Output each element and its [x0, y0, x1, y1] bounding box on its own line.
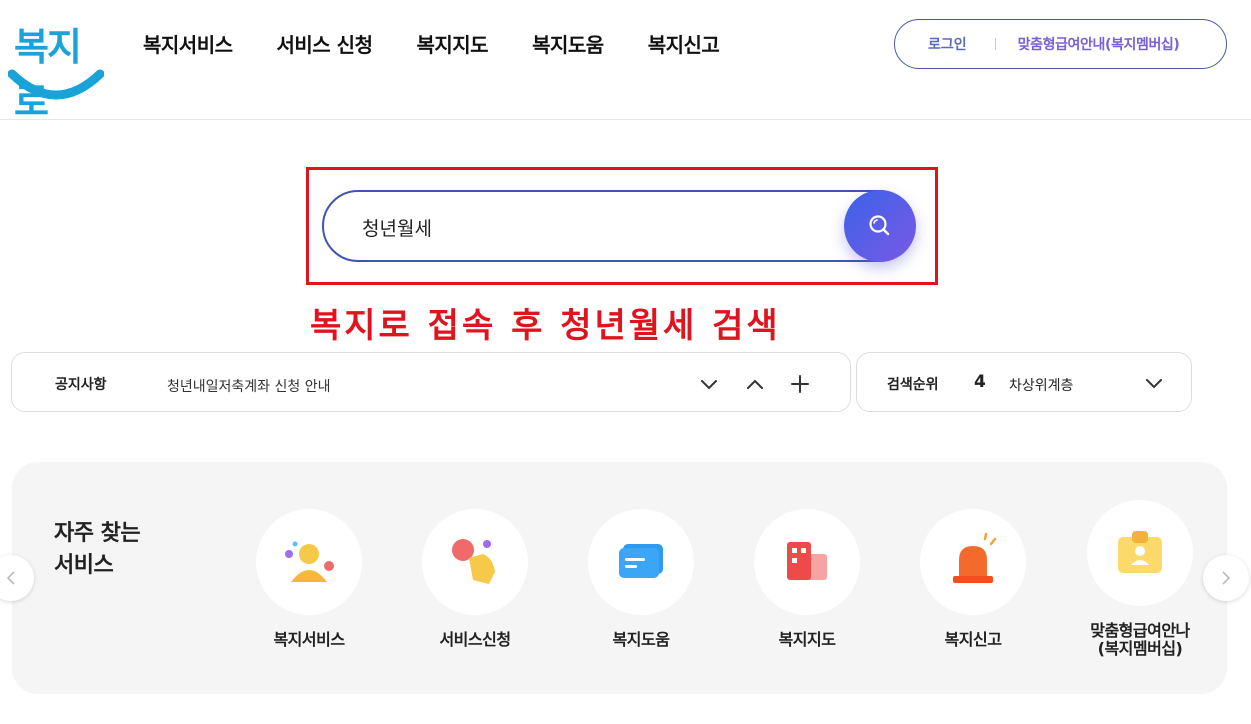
service-welfare-services[interactable]: 복지서비스: [239, 509, 379, 649]
chevron-up-icon: [747, 379, 763, 389]
notice-more-button[interactable]: [789, 373, 811, 395]
service-name: 복지서비스: [273, 630, 345, 649]
service-welfare-help[interactable]: 복지도움: [571, 509, 711, 649]
utility-menu: 로그인 맞춤형급여안내(복지멤버십): [894, 19, 1227, 69]
search-input[interactable]: [362, 212, 832, 242]
service-membership[interactable]: 맞춤형급여안나 (복지멤버십): [1070, 500, 1210, 658]
notice-label: 공지사항: [55, 377, 107, 393]
plus-icon: [791, 375, 809, 393]
services-title-line2: 서비스: [54, 553, 114, 578]
rank-label: 검색순위: [887, 377, 939, 393]
nav-welfare-help[interactable]: 복지도움: [532, 30, 604, 60]
service-name: 복지도움: [612, 630, 670, 649]
chevron-down-icon: [1146, 379, 1162, 389]
service-icon-circle: [422, 509, 528, 615]
chevron-down-icon: [701, 380, 717, 390]
service-icon-circle: [588, 509, 694, 615]
main-nav: 복지서비스 서비스 신청 복지지도 복지도움 복지신고: [143, 30, 763, 60]
service-icon-circle: [754, 509, 860, 615]
nav-welfare-map[interactable]: 복지지도: [416, 30, 488, 60]
search-icon: [869, 215, 890, 236]
search-rank-bar: 검색순위 4 차상위계층: [856, 352, 1192, 412]
service-name: 맞춤형급여안나 (복지멤버십): [1070, 622, 1210, 658]
rank-number: 4: [974, 372, 986, 392]
siren-icon: [953, 532, 997, 583]
service-icon-circle: [256, 509, 362, 615]
login-link[interactable]: 로그인: [928, 34, 967, 54]
membership-link[interactable]: 맞춤형급여안내(복지멤버십): [1018, 34, 1180, 54]
service-welfare-map[interactable]: 복지지도: [737, 509, 877, 649]
bokjiro-logo[interactable]: 복지로: [8, 10, 104, 124]
service-apply[interactable]: 서비스신청: [405, 509, 545, 649]
notice-prev-button[interactable]: [744, 373, 766, 395]
notice-next-button[interactable]: [698, 373, 720, 395]
id-badge-icon: [1118, 531, 1162, 573]
nav-service-apply[interactable]: 서비스 신청: [277, 30, 373, 60]
service-welfare-report[interactable]: 복지신고: [903, 509, 1043, 649]
util-divider: [994, 38, 996, 50]
nav-welfare-services[interactable]: 복지서비스: [143, 30, 233, 60]
rank-keyword[interactable]: 차상위계층: [1009, 375, 1073, 395]
chevron-left-icon: [6, 571, 15, 585]
services-title-line1: 자주 찾는: [54, 521, 141, 546]
frequent-services: 자주 찾는 서비스 복지서비스 서비스신청 복지도움 복지지도 복지신고 맞춤형…: [12, 462, 1227, 694]
service-name-line1: 맞춤형급여안나: [1090, 621, 1190, 640]
site-header: 복지로 복지서비스 서비스 신청 복지지도 복지도움 복지신고 로그인 맞춤형급…: [0, 0, 1251, 124]
instruction-caption: 복지로 접속 후 청년월세 검색: [310, 306, 781, 346]
chevron-right-icon: [1222, 571, 1231, 585]
nav-welfare-report[interactable]: 복지신고: [648, 30, 720, 60]
service-name: 복지지도: [778, 630, 836, 649]
hand-tap-icon: [452, 539, 495, 584]
service-name: 복지신고: [944, 630, 1002, 649]
service-name-line2: (복지멤버십): [1097, 639, 1183, 658]
notice-text[interactable]: 청년내일저축계좌 신청 안내: [167, 376, 330, 396]
search-button[interactable]: [844, 190, 916, 262]
service-icon-circle: [920, 509, 1026, 615]
rank-expand-button[interactable]: [1143, 372, 1165, 398]
service-name: 서비스신청: [439, 630, 511, 649]
carousel-next-button[interactable]: [1203, 555, 1249, 601]
service-icon-circle: [1087, 500, 1193, 606]
notice-bar: 공지사항 청년내일저축계좌 신청 안내: [11, 352, 851, 412]
chat-icon: [619, 544, 663, 578]
person-icon: [285, 541, 334, 582]
search-bar: [322, 190, 915, 262]
building-icon: [787, 542, 827, 580]
services-title: 자주 찾는 서비스: [54, 518, 141, 582]
